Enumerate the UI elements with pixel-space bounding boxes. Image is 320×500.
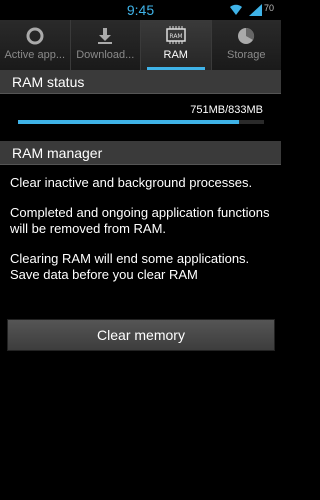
tab-active-apps[interactable]: Active app... (0, 20, 71, 70)
tab-label: Download... (76, 49, 135, 61)
ring-icon (26, 27, 44, 45)
tab-ram[interactable]: RAM RAM (141, 20, 212, 70)
tab-label: Active app... (4, 49, 66, 61)
ram-manager-text-2: Completed and ongoing application functi… (10, 205, 270, 236)
tab-label: Storage (226, 49, 266, 61)
ram-manager-text-3: Clearing RAM will end some applications.… (10, 251, 250, 282)
ram-manager-header: RAM manager (0, 141, 281, 165)
ram-usage-bar-fill (18, 120, 240, 124)
battery-level: 70 (264, 3, 275, 13)
ram-usage-text: 751MB/833MB (190, 104, 263, 116)
svg-text:RAM: RAM (169, 33, 182, 40)
wifi-icon (230, 4, 242, 15)
clear-memory-button[interactable]: Clear memory (7, 319, 275, 351)
tab-label: RAM (163, 49, 188, 61)
tab-storage[interactable]: Storage (212, 20, 282, 70)
status-bar: 9:45 70 (0, 0, 281, 20)
tab-downloaded[interactable]: Download... (71, 20, 141, 70)
tab-bar: Active app... Download... RAM RAM Storag… (0, 20, 281, 71)
ram-manager-text-1: Clear inactive and background processes. (10, 175, 253, 190)
download-icon (98, 28, 113, 44)
ram-usage-bar (18, 120, 264, 124)
ram-chip-icon: RAM (166, 26, 186, 44)
signal-icon (249, 4, 262, 16)
pie-chart-icon (238, 27, 255, 44)
ram-status-header: RAM status (0, 70, 281, 94)
